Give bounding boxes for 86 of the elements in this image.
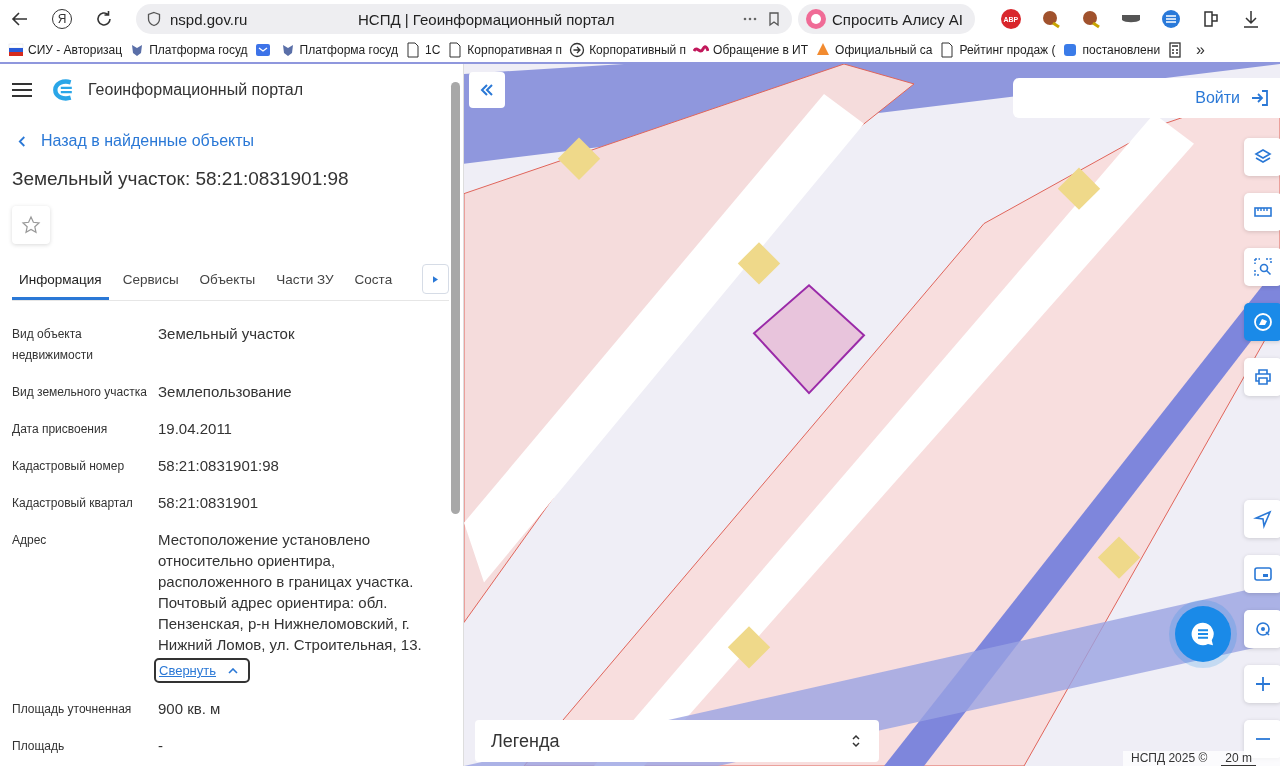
bookmark-link[interactable]: 1С <box>404 42 441 58</box>
minus-icon <box>1256 738 1270 740</box>
doc-icon <box>447 42 464 58</box>
field-label: Вид объекта недвижимости <box>12 326 94 364</box>
field-value: Землепользование <box>158 382 292 402</box>
flag-icon <box>8 42 24 58</box>
field-label: Площадь <box>12 738 66 755</box>
ring-icon <box>806 9 826 29</box>
assistant-button[interactable] <box>1244 303 1280 341</box>
url-text: nspd.gov.ru <box>170 10 249 28</box>
menu-icon[interactable] <box>12 83 32 97</box>
zoom-in-button[interactable] <box>1244 665 1280 703</box>
page-title: НСПД | Геоинформационный портал <box>358 10 616 28</box>
double-chevron-left-icon <box>479 82 495 98</box>
alice-button[interactable]: Спросить Алису AI <box>798 4 975 34</box>
bookmark-link[interactable]: Платформа госуд <box>129 42 248 58</box>
scale-bar: 20 m <box>1221 751 1256 766</box>
collapse-panel-button[interactable] <box>469 72 505 108</box>
up-down-icon <box>851 733 861 749</box>
field-label: Вид земельного участка <box>12 384 148 401</box>
tab[interactable]: Части ЗУ <box>269 264 341 300</box>
ruler-button[interactable] <box>1244 193 1280 231</box>
square-icon <box>1062 42 1079 58</box>
portal-logo-icon <box>52 79 74 101</box>
app-title: Геоинформационный портал <box>88 81 304 99</box>
more-bookmarks-button[interactable]: » <box>1196 41 1205 59</box>
doc-icon <box>404 42 421 58</box>
minimap-button[interactable] <box>1244 555 1280 593</box>
field-value: 19.04.2011 <box>158 419 232 439</box>
field-value: 900 кв. м <box>158 699 221 719</box>
calculator-icon[interactable] <box>1167 42 1184 58</box>
bookmark-icon[interactable] <box>766 11 782 27</box>
geolocation-button[interactable] <box>1244 610 1280 648</box>
printer-icon <box>1253 367 1273 387</box>
star-icon <box>21 215 41 235</box>
search-icon <box>1253 257 1273 277</box>
login-button[interactable]: Войти <box>1013 78 1280 118</box>
collapse-link[interactable]: Свернуть <box>154 658 250 683</box>
field-value: 58:21:0831901:98 <box>158 456 279 476</box>
field-value: 58:21:0831901 <box>158 493 259 513</box>
plus-icon <box>1253 674 1273 694</box>
bookmark-link[interactable]: Корпоративный п <box>569 42 687 58</box>
object-title: Земельный участок: 58:21:0831901:98 <box>12 168 350 190</box>
tab[interactable]: Сервисы <box>115 264 186 300</box>
bookmark-link[interactable]: постановлени <box>1062 42 1161 58</box>
extension-icon[interactable] <box>1080 9 1101 29</box>
tab[interactable]: Объекты <box>192 264 263 300</box>
print-button[interactable] <box>1244 358 1280 396</box>
field-value: Местоположение установлено относительно ориентира, расположенного в границах участка. Почтовый адрес ориентира: обл. Пензенская, р-н Нижнеломовский, г. Нижний Ломов, ул. Строительная, 13. <box>158 530 423 655</box>
shield-icon <box>146 11 162 27</box>
mail-icon[interactable] <box>254 42 271 58</box>
bookmark-link[interactable]: Корпоративная п <box>447 42 563 58</box>
extension-icon[interactable] <box>1040 9 1061 29</box>
field-value: - <box>158 736 163 756</box>
bookmark-link[interactable]: Официальный са <box>815 42 933 58</box>
field-label: Площадь уточненная <box>12 701 133 718</box>
address-bar[interactable]: nspd.gov.ru НСПД | Геоинформационный портал <box>136 4 792 34</box>
locate-button[interactable] <box>1244 500 1280 538</box>
field-label: Дата присвоения <box>12 421 109 438</box>
field-label: Адрес <box>12 532 48 549</box>
doc-icon <box>939 42 956 58</box>
legend-dropdown[interactable]: Легенда <box>475 720 879 762</box>
field-label: Кадастровый номер <box>12 458 126 475</box>
minimap-icon <box>1253 564 1273 584</box>
bookmark-link[interactable]: Рейтинг продаж ( <box>939 42 1056 58</box>
assistant-icon <box>1253 312 1273 332</box>
field-value: Земельный участок <box>158 324 295 344</box>
chevron-up-icon <box>228 667 238 674</box>
bookmark-link[interactable]: СИУ - Авторизац <box>8 42 123 58</box>
bookmark-link[interactable]: Платформа госуд <box>279 42 398 58</box>
layers-button[interactable] <box>1244 138 1280 176</box>
bookmark-link[interactable]: Обращение в ИТ <box>693 42 809 58</box>
field-label: Кадастровый квартал <box>12 495 134 512</box>
area-search-button[interactable] <box>1244 248 1280 286</box>
target-icon <box>1253 619 1273 639</box>
login-icon <box>1250 88 1270 108</box>
navigation-arrow-icon <box>1253 509 1273 529</box>
favorite-button[interactable] <box>12 206 50 244</box>
chevron-left-icon <box>18 134 27 148</box>
tab[interactable]: Соста <box>347 264 400 300</box>
caret-right-icon <box>433 275 438 283</box>
tab[interactable]: Информация <box>12 264 109 300</box>
back-link[interactable]: Назад в найденные объекты <box>12 132 439 150</box>
attribution-text: НСПД 2025 © <box>1131 751 1208 766</box>
reload-icon[interactable] <box>94 9 114 29</box>
triangle-icon <box>815 42 832 58</box>
